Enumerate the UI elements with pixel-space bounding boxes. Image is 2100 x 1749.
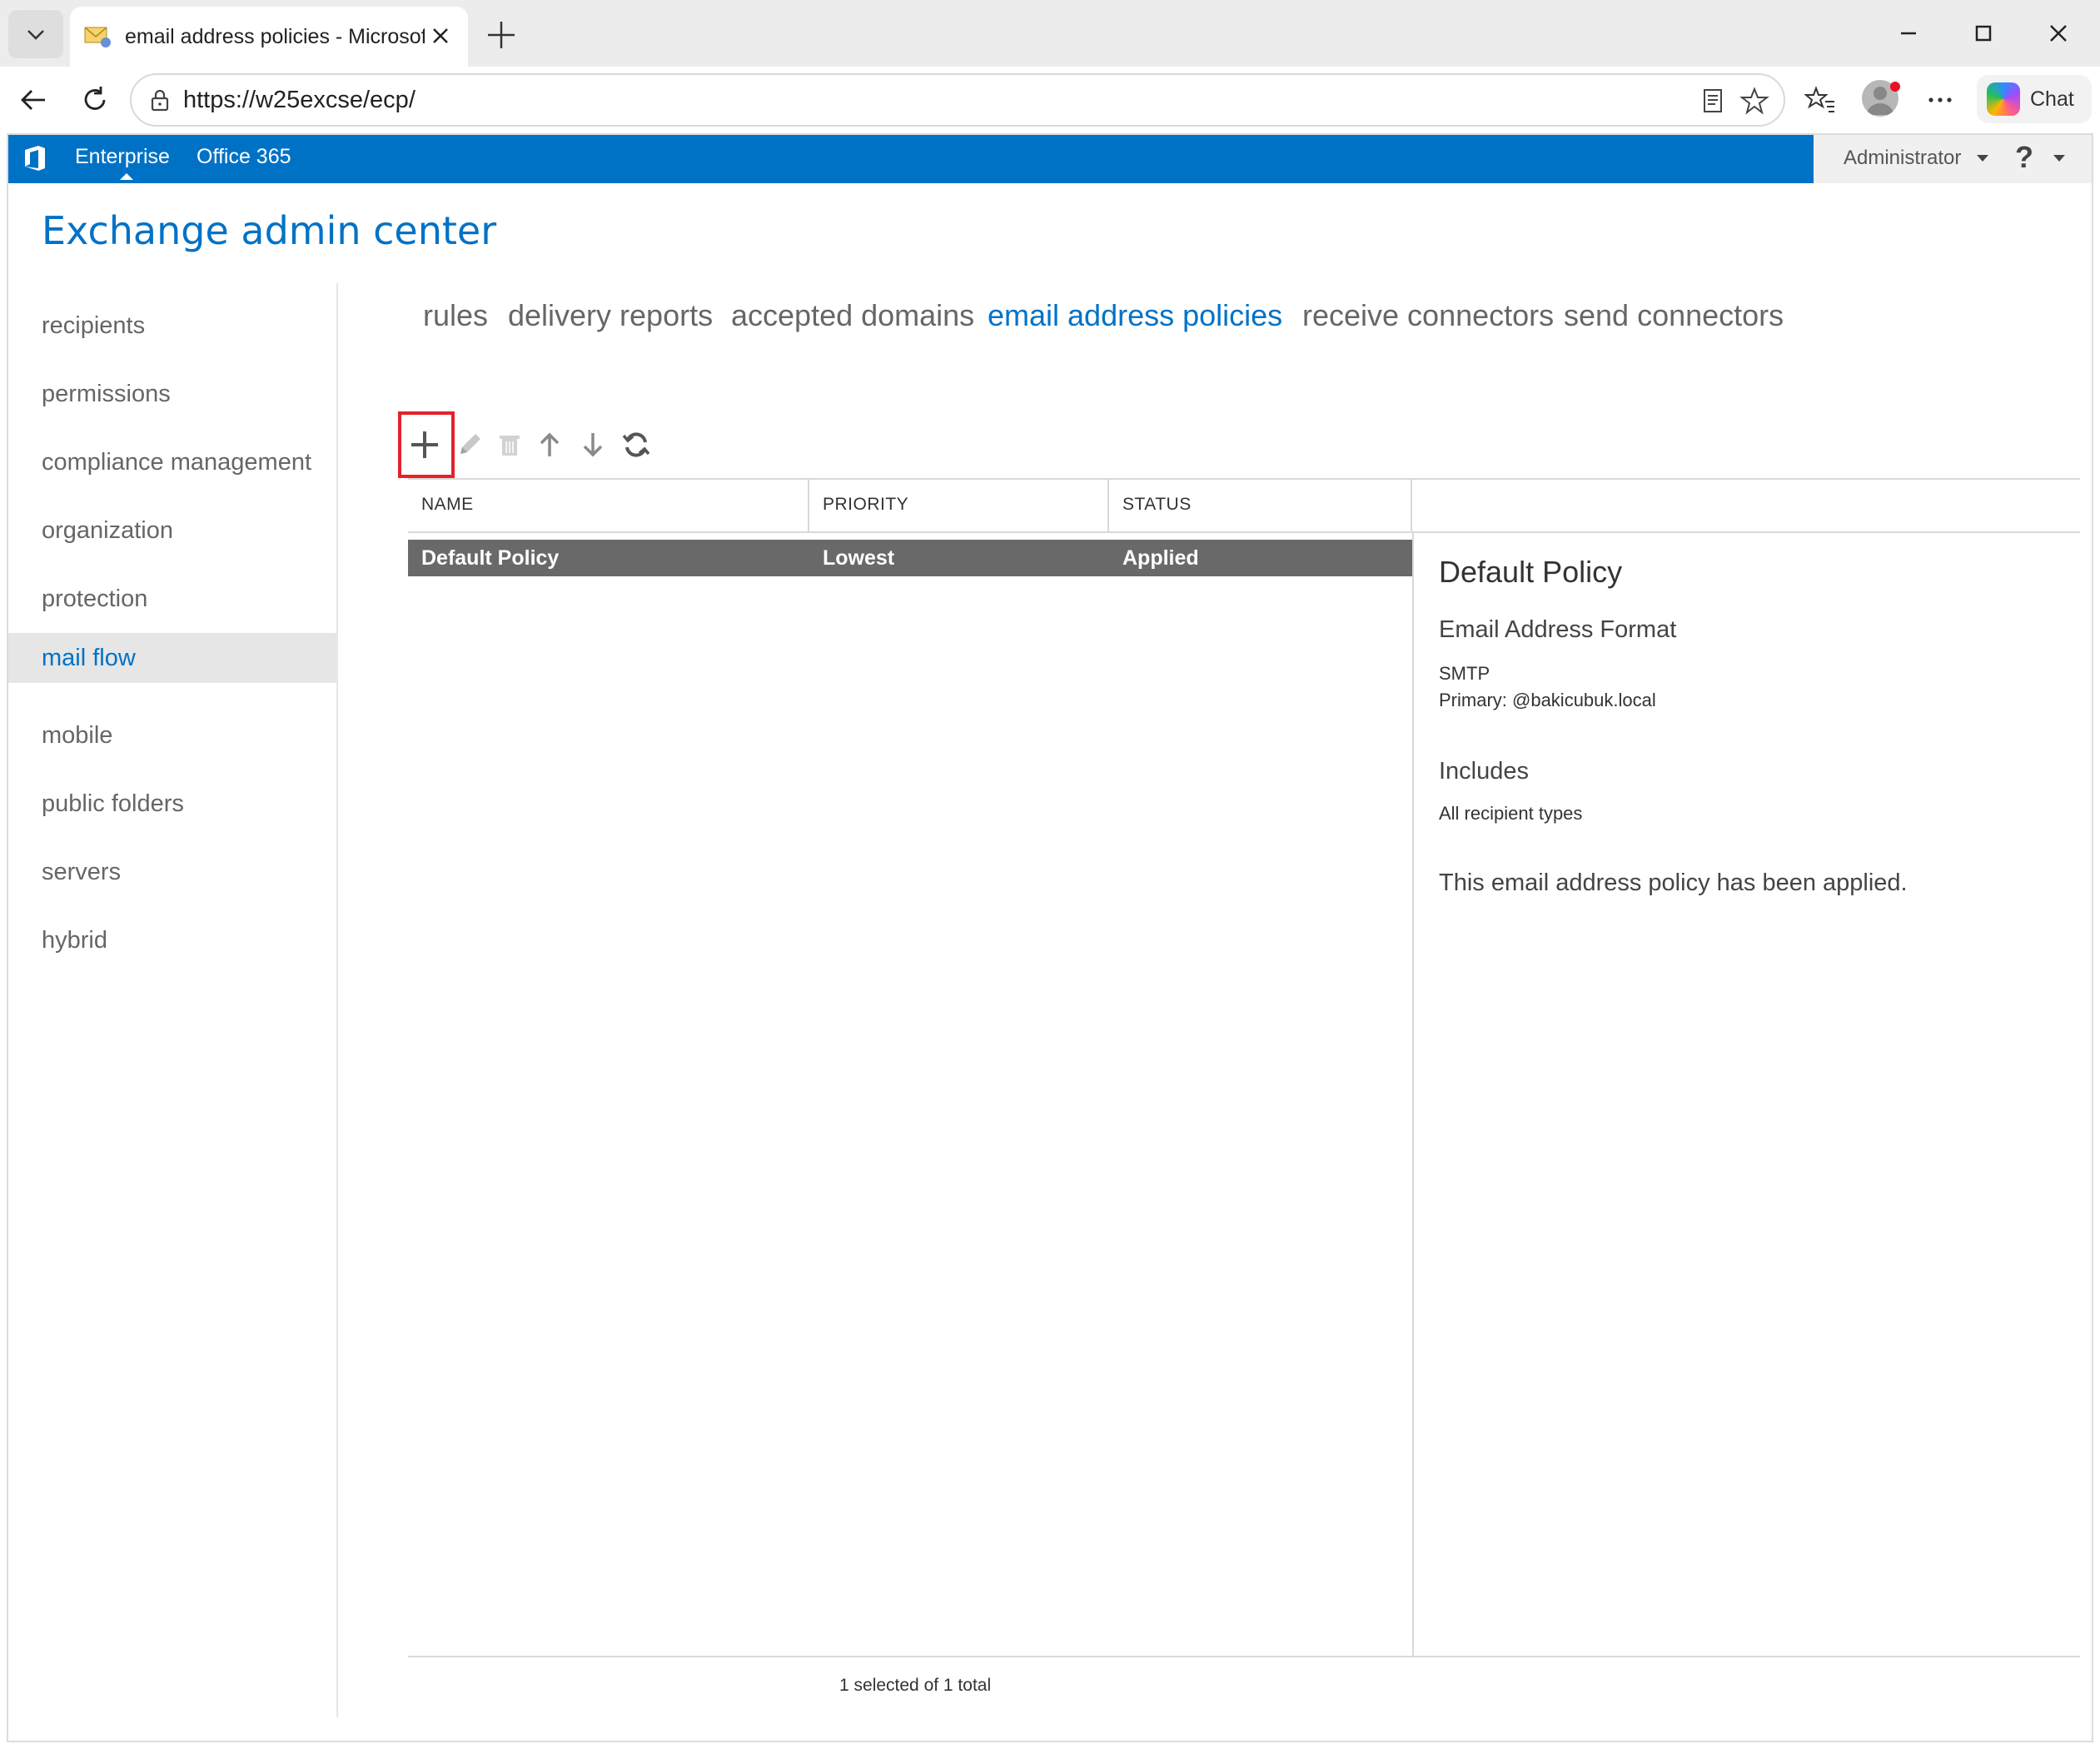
enterprise-link[interactable]: Enterprise (75, 145, 170, 169)
tab-delivery-reports[interactable]: delivery reports (508, 298, 713, 333)
help-dropdown-icon[interactable] (2053, 155, 2065, 162)
details-includes-heading: Includes (1439, 758, 1530, 785)
nav-item-organization[interactable]: organization (8, 506, 338, 555)
reload-icon[interactable] (73, 78, 117, 122)
user-bar: Administrator ? (1814, 133, 2092, 183)
browser-tabstrip: email address policies - Microsoft Excha… (0, 0, 2100, 67)
office-logo-icon[interactable] (20, 143, 50, 173)
tab-title: email address policies - Microsoft Excha… (125, 24, 425, 48)
list-header: NAME PRIORITY STATUS (408, 478, 2080, 533)
active-indicator-caret (120, 173, 133, 180)
tab-email-address-policies[interactable]: email address policies (988, 298, 1282, 333)
window-close-icon[interactable] (2040, 15, 2077, 52)
more-options-icon[interactable] (1920, 80, 1960, 120)
move-down-icon[interactable] (573, 425, 613, 465)
chat-label: Chat (2030, 87, 2074, 111)
back-icon[interactable] (12, 78, 55, 122)
office365-link[interactable]: Office 365 (197, 145, 291, 169)
tab-send-connectors[interactable]: send connectors (1564, 298, 1784, 333)
chevron-down-icon (27, 30, 44, 40)
column-divider (1107, 480, 1109, 531)
details-title: Default Policy (1439, 555, 1623, 589)
details-divider (1412, 533, 1414, 1656)
details-format-type: SMTP (1439, 663, 1490, 684)
nav-item-hybrid[interactable]: hybrid (8, 916, 338, 964)
cell-status: Applied (1122, 546, 1199, 570)
nav-item-permissions[interactable]: permissions (8, 370, 338, 418)
copilot-icon (1987, 82, 2020, 116)
favorite-star-icon[interactable] (1739, 85, 1770, 117)
edit-icon[interactable] (450, 425, 490, 465)
delete-icon[interactable] (490, 425, 530, 465)
refresh-icon[interactable] (616, 425, 656, 465)
left-nav: recipients permissions compliance manage… (8, 283, 338, 1717)
column-divider (808, 480, 809, 531)
nav-item-public-folders[interactable]: public folders (8, 780, 338, 828)
nav-item-recipients[interactable]: recipients (8, 301, 338, 350)
cell-priority: Lowest (823, 546, 895, 570)
selection-count: 1 selected of 1 total (839, 1676, 992, 1695)
details-format-heading: Email Address Format (1439, 616, 1677, 643)
minimize-icon[interactable] (1890, 15, 1927, 52)
nav-item-protection[interactable]: protection (8, 575, 338, 623)
browser-toolbar: https://w25excse/ecp/ Chat (0, 67, 2100, 133)
column-header-status[interactable]: STATUS (1122, 495, 1192, 515)
url-text[interactable]: https://w25excse/ecp/ (183, 87, 416, 114)
help-icon[interactable]: ? (2015, 140, 2033, 175)
address-bar[interactable]: https://w25excse/ecp/ (130, 73, 1785, 127)
column-header-name[interactable]: NAME (421, 495, 474, 515)
envelope-icon (83, 24, 112, 49)
nav-item-mobile[interactable]: mobile (8, 711, 338, 760)
tab-rules[interactable]: rules (423, 298, 488, 333)
details-format-value: Primary: @bakicubuk.local (1439, 690, 1656, 710)
close-icon[interactable] (428, 23, 453, 48)
add-icon[interactable] (405, 425, 445, 465)
user-dropdown-icon[interactable] (1977, 155, 1988, 162)
browser-tab-active[interactable]: email address policies - Microsoft Excha… (70, 7, 468, 67)
maximize-icon[interactable] (1965, 15, 2002, 52)
nav-item-compliance-management[interactable]: compliance management (8, 438, 338, 486)
details-includes-value: All recipient types (1439, 803, 1583, 824)
tab-receive-connectors[interactable]: receive connectors (1302, 298, 1554, 333)
column-divider (1411, 480, 1412, 531)
page-title: Exchange admin center (42, 208, 497, 253)
move-up-icon[interactable] (530, 425, 570, 465)
details-status-message: This email address policy has been appli… (1439, 870, 1908, 896)
footer-divider (408, 1656, 2080, 1657)
chat-button[interactable]: Chat (1977, 75, 2092, 123)
reader-mode-icon[interactable] (1697, 85, 1729, 117)
exchange-topbar: Enterprise Office 365 (8, 133, 1814, 183)
lock-icon[interactable] (147, 87, 173, 113)
tab-list-button[interactable] (8, 10, 63, 58)
user-menu[interactable]: Administrator (1844, 147, 1961, 170)
new-tab-icon[interactable] (483, 17, 520, 53)
table-row[interactable]: Default Policy Lowest Applied (408, 540, 1412, 576)
nav-item-servers[interactable]: servers (8, 848, 338, 896)
tab-accepted-domains[interactable]: accepted domains (731, 298, 974, 333)
nav-item-mail-flow[interactable]: mail flow (8, 633, 338, 683)
cell-name: Default Policy (421, 546, 560, 570)
column-header-priority[interactable]: PRIORITY (823, 495, 908, 515)
notification-dot (1890, 82, 1900, 92)
favorites-icon[interactable] (1800, 80, 1840, 120)
